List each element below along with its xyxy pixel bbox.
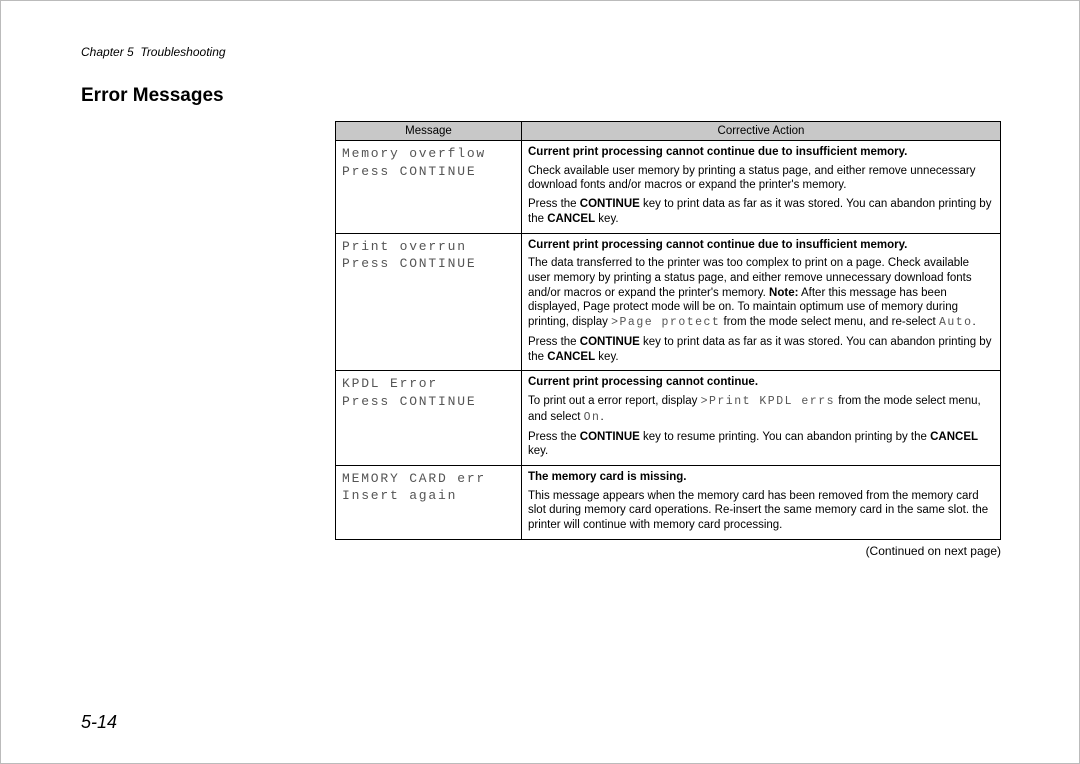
action-summary: The memory card is missing. (528, 470, 994, 485)
key-name: CONTINUE (580, 431, 640, 443)
lcd-message-line: Press CONTINUE (342, 393, 515, 411)
lcd-message-line: Memory overflow (342, 145, 515, 163)
lcd-inline: On (584, 411, 601, 424)
lcd-message-line: Print overrun (342, 238, 515, 256)
action-paragraph: To print out a error report, display >Pr… (528, 394, 994, 425)
key-name: CANCEL (547, 213, 595, 225)
lcd-inline: >Print KPDL errs (701, 395, 835, 408)
page-number: 5-14 (81, 712, 117, 733)
action-cell: Current print processing cannot continue… (522, 141, 1001, 234)
table-row: Memory overflow Press CONTINUE Current p… (336, 141, 1001, 234)
col-message: Message (336, 122, 522, 141)
action-cell: The memory card is missing. This message… (522, 465, 1001, 539)
lcd-inline: >Page protect (611, 316, 720, 329)
key-name: CANCEL (547, 351, 595, 363)
lcd-inline: Auto (939, 316, 973, 329)
lcd-message-line: Press CONTINUE (342, 255, 515, 273)
action-paragraph: This message appears when the memory car… (528, 489, 994, 533)
message-cell: KPDL Error Press CONTINUE (336, 371, 522, 466)
message-cell: MEMORY CARD err Insert again (336, 465, 522, 539)
message-cell: Memory overflow Press CONTINUE (336, 141, 522, 234)
action-cell: Current print processing cannot continue… (522, 233, 1001, 371)
lcd-message-line: Insert again (342, 487, 515, 505)
action-paragraph: Check available user memory by printing … (528, 164, 994, 193)
action-summary: Current print processing cannot continue… (528, 145, 994, 160)
action-paragraph: The data transferred to the printer was … (528, 256, 994, 331)
table-row: KPDL Error Press CONTINUE Current print … (336, 371, 1001, 466)
key-name: CONTINUE (580, 336, 640, 348)
section-label: Troubleshooting (140, 45, 225, 59)
chapter-label: Chapter 5 (81, 45, 134, 59)
key-name: CONTINUE (580, 198, 640, 210)
document-page: Chapter 5 Troubleshooting Error Messages… (0, 0, 1080, 764)
error-table-wrap: Message Corrective Action Memory overflo… (335, 121, 1001, 558)
action-summary: Current print processing cannot continue… (528, 375, 994, 390)
table-row: MEMORY CARD err Insert again The memory … (336, 465, 1001, 539)
action-paragraph: Press the CONTINUE key to print data as … (528, 197, 994, 226)
action-cell: Current print processing cannot continue… (522, 371, 1001, 466)
continued-label: (Continued on next page) (335, 544, 1001, 558)
page-title: Error Messages (81, 85, 999, 107)
table-row: Print overrun Press CONTINUE Current pri… (336, 233, 1001, 371)
lcd-message-line: MEMORY CARD err (342, 470, 515, 488)
running-header: Chapter 5 Troubleshooting (81, 45, 999, 59)
error-messages-table: Message Corrective Action Memory overflo… (335, 121, 1001, 540)
key-name: CANCEL (930, 431, 978, 443)
action-summary: Current print processing cannot continue… (528, 238, 994, 253)
message-cell: Print overrun Press CONTINUE (336, 233, 522, 371)
col-action: Corrective Action (522, 122, 1001, 141)
action-paragraph: Press the CONTINUE key to print data as … (528, 335, 994, 364)
lcd-message-line: KPDL Error (342, 375, 515, 393)
note-label: Note: (769, 287, 798, 299)
table-header-row: Message Corrective Action (336, 122, 1001, 141)
lcd-message-line: Press CONTINUE (342, 163, 515, 181)
action-paragraph: Press the CONTINUE key to resume printin… (528, 430, 994, 459)
